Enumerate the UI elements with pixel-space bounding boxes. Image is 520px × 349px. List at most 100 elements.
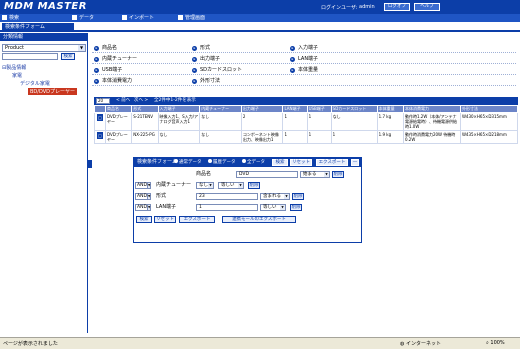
delete-condition-button[interactable]: 削除 (248, 182, 260, 189)
help-button[interactable]: ヘルプ (414, 3, 440, 11)
and-select-value: AND (137, 194, 147, 199)
condition-label: 形式 (156, 193, 167, 199)
page-size-select[interactable]: 20 (96, 98, 110, 104)
attribute-item[interactable]: ▸ 商品名 (94, 44, 117, 52)
search-button[interactable]: 検索 (272, 159, 288, 166)
category-search-button[interactable]: 検索 (61, 53, 75, 60)
attribute-label: 出力端子 (200, 56, 221, 62)
attribute-item[interactable]: ▸ 入力端子 (290, 44, 318, 52)
and-select[interactable]: AND ▼ (135, 204, 151, 211)
column-header[interactable]: 本体重量 (376, 105, 404, 113)
prev-page-link[interactable]: < 前へ (116, 97, 130, 105)
menu-admin[interactable]: 管理画面 (178, 14, 205, 22)
chevron-down-icon: ▼ (147, 193, 151, 200)
attribute-item[interactable]: ▸ 内蔵チューナー (94, 55, 137, 63)
attribute-item[interactable]: ▸ 本体重量 (290, 66, 318, 74)
delete-condition-button[interactable]: 削除 (332, 171, 344, 178)
menu-import[interactable]: インポート (122, 14, 154, 22)
column-header[interactable]: 内蔵チューナー (199, 105, 242, 113)
column-header[interactable]: 商品名 (104, 105, 133, 113)
table-cell: DVDプレーヤー (104, 112, 133, 131)
attribute-label: 本体重量 (298, 67, 319, 73)
footer-search-button[interactable]: 検索 (136, 216, 152, 223)
checkbox-icon: □ (96, 132, 103, 139)
tab-search-form[interactable]: 検索条件フォーム (2, 23, 74, 32)
column-header[interactable]: 外形寸法 (459, 105, 519, 113)
and-select[interactable]: AND ▼ (135, 182, 151, 189)
row-checkbox[interactable]: □ (94, 130, 106, 144)
app-logo: MDM MASTER (4, 1, 87, 12)
menu-search[interactable]: 検索 (2, 14, 19, 22)
condition-value-select[interactable]: なし ▼ (196, 182, 214, 189)
table-row[interactable]: □ DVDプレーヤー S-21TENV 映像入力1、S入力/アナログ音声入力1 … (94, 112, 519, 131)
footer-reset-button[interactable]: リセット (154, 216, 176, 223)
attribute-item[interactable]: ▸ 出力端子 (192, 55, 220, 63)
mall-export-button[interactable]: 連携モールのエクスポート (222, 216, 296, 223)
collapse-button[interactable]: — (351, 159, 359, 166)
chevron-right-icon: ▸ (290, 57, 295, 62)
condition-mode-select[interactable]: 始まる ▼ (300, 171, 330, 178)
condition-value-input[interactable]: DVD (236, 171, 298, 178)
zoom-control[interactable]: ⌕ 100% (486, 340, 505, 346)
chevron-right-icon: ▸ (94, 68, 99, 73)
table-row[interactable]: □ DVDプレーヤー NX-225-PG なし なし コンポーネント映像出力、映… (94, 130, 519, 144)
category-select-value: Product (5, 45, 24, 51)
chevron-down-icon: ▼ (147, 204, 151, 211)
attribute-item[interactable]: ▸ USB端子 (94, 66, 122, 74)
condition-mode-select[interactable]: 等しい ▼ (260, 204, 286, 211)
table-cell: 1 (306, 112, 332, 131)
export-button[interactable]: エクスポート (316, 159, 348, 166)
radio-label: 通常データ (179, 160, 202, 165)
condition-mode-select[interactable]: 含まれる ▼ (260, 193, 290, 200)
tree-item-appliances[interactable]: 家電 (12, 72, 22, 79)
menu-import-label: インポート (129, 15, 155, 21)
table-cell: なし (199, 112, 242, 131)
and-select[interactable]: AND ▼ (135, 193, 151, 200)
condition-value-input[interactable]: 23 (196, 193, 258, 200)
tree-item-digital-appliances[interactable]: デジタル家電 (20, 80, 50, 87)
category-select[interactable]: Product ▼ (2, 44, 86, 52)
condition-value: なし (199, 183, 208, 188)
column-header[interactable]: USB端子 (306, 105, 332, 113)
attribute-item[interactable]: ▸ 形式 (192, 44, 210, 52)
delete-condition-button[interactable]: 削除 (292, 193, 304, 200)
chevron-down-icon: ▼ (78, 45, 85, 51)
table-cell: 1.9 kg (376, 130, 404, 144)
chevron-right-icon: ▸ (94, 57, 99, 62)
chevron-down-icon: ▼ (284, 194, 289, 199)
attribute-item[interactable]: ▸ 外形寸法 (192, 77, 220, 85)
condition-label: 内蔵チューナー (156, 182, 192, 188)
attribute-item[interactable]: ▸ 本体消費電力 (94, 77, 132, 85)
category-search-input[interactable] (2, 53, 58, 60)
column-header[interactable]: SDカードスロット (330, 105, 378, 113)
chevron-down-icon: ▼ (238, 183, 243, 188)
next-page-link[interactable]: 次へ > (134, 97, 148, 105)
menu-data[interactable]: データ (72, 14, 94, 22)
attribute-item[interactable]: ▸ SDカードスロット (192, 66, 242, 74)
radio-normal-data[interactable]: 通常データ (174, 158, 202, 167)
column-header[interactable]: LAN端子 (282, 105, 308, 113)
chevron-down-icon: ▼ (280, 205, 285, 210)
column-header[interactable]: 入力端子 (157, 105, 201, 113)
attribute-item[interactable]: ▸ LAN端子 (290, 55, 318, 63)
logoff-button[interactable]: ログオフ (384, 3, 410, 11)
row-checkbox[interactable]: □ (94, 112, 106, 131)
radio-all-data[interactable]: 全データ (242, 158, 265, 167)
radio-history-data[interactable]: 履歴データ (208, 158, 236, 167)
radio-icon (208, 159, 212, 163)
chevron-right-icon: ▸ (94, 79, 99, 84)
column-header[interactable]: 形式 (131, 105, 159, 113)
reset-button[interactable]: リセット (290, 159, 312, 166)
column-header[interactable]: 出力端子 (240, 105, 284, 113)
column-header[interactable]: 本体消費電力 (402, 105, 461, 113)
attribute-label: 入力端子 (298, 45, 319, 51)
menu-data-label: データ (79, 15, 95, 21)
condition-value-input[interactable]: 1 (196, 204, 258, 211)
footer-export-button[interactable]: エクスポート (179, 216, 215, 223)
attribute-label: 商品名 (102, 45, 118, 51)
tree-item-bd-dvd-player[interactable]: BD/DVDプレーヤー (28, 88, 77, 95)
condition-mode-select[interactable]: 等しい ▼ (218, 182, 244, 189)
tree-item-products[interactable]: ⊟製品情報 (2, 64, 26, 71)
delete-condition-button[interactable]: 削除 (290, 204, 302, 211)
sidebar-title: 分類情報 (0, 33, 87, 41)
